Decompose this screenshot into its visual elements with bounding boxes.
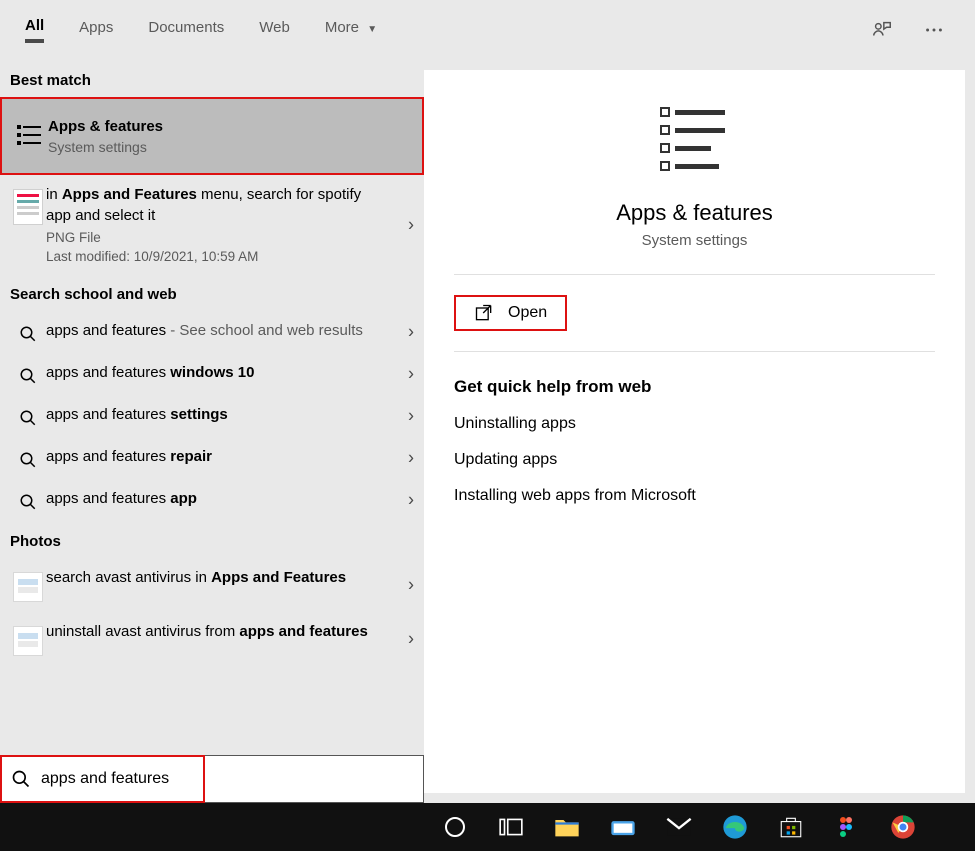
result-modified: Last modified: 10/9/2021, 10:59 AM	[46, 249, 384, 264]
section-search-web: Search school and web	[0, 274, 424, 311]
photo-thumbnail-icon	[13, 626, 43, 656]
file-explorer-icon[interactable]	[552, 812, 582, 842]
result-title: search avast antivirus in Apps and Featu…	[46, 568, 384, 588]
photo-thumbnail-icon	[13, 572, 43, 602]
search-scope-tabs: All Apps Documents Web More ▼	[0, 0, 975, 60]
open-button[interactable]: Open	[454, 295, 567, 331]
result-subtitle: System settings	[48, 139, 382, 155]
web-suggestion[interactable]: apps and features settings ›	[0, 395, 424, 437]
section-photos: Photos	[0, 521, 424, 558]
chevron-down-icon: ▼	[363, 24, 377, 35]
touch-keyboard-icon[interactable]	[608, 812, 638, 842]
result-title: Apps & features	[48, 117, 382, 137]
quick-help-section: Get quick help from web Uninstalling app…	[424, 352, 965, 548]
search-icon	[19, 451, 37, 469]
web-suggestion[interactable]: apps and features windows 10 ›	[0, 353, 424, 395]
tab-more-label: More	[325, 19, 359, 36]
mail-icon[interactable]	[664, 812, 694, 842]
chevron-right-icon[interactable]: ›	[408, 489, 414, 510]
open-label: Open	[508, 304, 547, 322]
help-link[interactable]: Uninstalling apps	[454, 415, 935, 433]
help-link[interactable]: Installing web apps from Microsoft	[454, 487, 935, 505]
taskview-icon[interactable]	[496, 812, 526, 842]
suggestion-text: apps and features app	[46, 489, 384, 509]
tab-all[interactable]: All	[25, 17, 44, 43]
result-png-file[interactable]: in Apps and Features menu, search for sp…	[0, 175, 424, 274]
search-icon	[19, 493, 37, 511]
chevron-right-icon[interactable]: ›	[408, 363, 414, 384]
chevron-right-icon[interactable]: ›	[408, 447, 414, 468]
search-icon	[19, 409, 37, 427]
preview-subtitle: System settings	[642, 232, 748, 249]
quick-help-title: Get quick help from web	[454, 377, 935, 397]
web-suggestion[interactable]: apps and features - See school and web r…	[0, 311, 424, 353]
preview-title: Apps & features	[616, 200, 773, 226]
chrome-icon[interactable]	[888, 812, 918, 842]
web-suggestion[interactable]: apps and features repair ›	[0, 437, 424, 479]
chevron-right-icon[interactable]: ›	[408, 405, 414, 426]
chevron-right-icon[interactable]: ›	[408, 214, 414, 235]
chevron-right-icon[interactable]: ›	[408, 628, 414, 649]
microsoft-store-icon[interactable]	[776, 812, 806, 842]
cortana-icon[interactable]	[440, 812, 470, 842]
png-thumbnail-icon	[13, 189, 43, 225]
search-box[interactable]	[0, 755, 424, 803]
open-action-row: Open	[454, 295, 935, 352]
chevron-right-icon[interactable]: ›	[408, 574, 414, 595]
section-best-match: Best match	[0, 60, 424, 97]
chevron-right-icon[interactable]: ›	[408, 321, 414, 342]
apps-features-large-icon	[655, 100, 735, 180]
suggestion-text: apps and features windows 10	[46, 363, 384, 383]
taskbar	[0, 803, 975, 851]
suggestion-text: apps and features repair	[46, 447, 384, 467]
tab-apps[interactable]: Apps	[79, 19, 113, 41]
search-icon	[19, 367, 37, 385]
photo-result[interactable]: uninstall avast antivirus from apps and …	[0, 612, 424, 666]
search-input[interactable]	[41, 770, 413, 788]
feedback-icon[interactable]	[871, 19, 893, 41]
result-title: uninstall avast antivirus from apps and …	[46, 622, 384, 642]
apps-features-icon	[15, 121, 45, 151]
tab-web[interactable]: Web	[259, 19, 290, 41]
result-title: in Apps and Features menu, search for sp…	[46, 185, 384, 226]
open-icon	[474, 303, 494, 323]
search-icon	[11, 769, 31, 789]
figma-icon[interactable]	[832, 812, 862, 842]
suggestion-text: apps and features settings	[46, 405, 384, 425]
suggestion-text: apps and features - See school and web r…	[46, 321, 384, 341]
tab-documents[interactable]: Documents	[148, 19, 224, 41]
web-suggestion[interactable]: apps and features app ›	[0, 479, 424, 521]
help-link[interactable]: Updating apps	[454, 451, 935, 469]
result-apps-and-features[interactable]: Apps & features System settings	[0, 97, 424, 175]
photo-result[interactable]: search avast antivirus in Apps and Featu…	[0, 558, 424, 612]
result-type: PNG File	[46, 230, 384, 245]
more-options-icon[interactable]	[923, 19, 945, 41]
search-icon	[19, 325, 37, 343]
tab-more[interactable]: More ▼	[325, 19, 377, 41]
edge-icon[interactable]	[720, 812, 750, 842]
preview-header: Apps & features System settings	[454, 70, 935, 275]
